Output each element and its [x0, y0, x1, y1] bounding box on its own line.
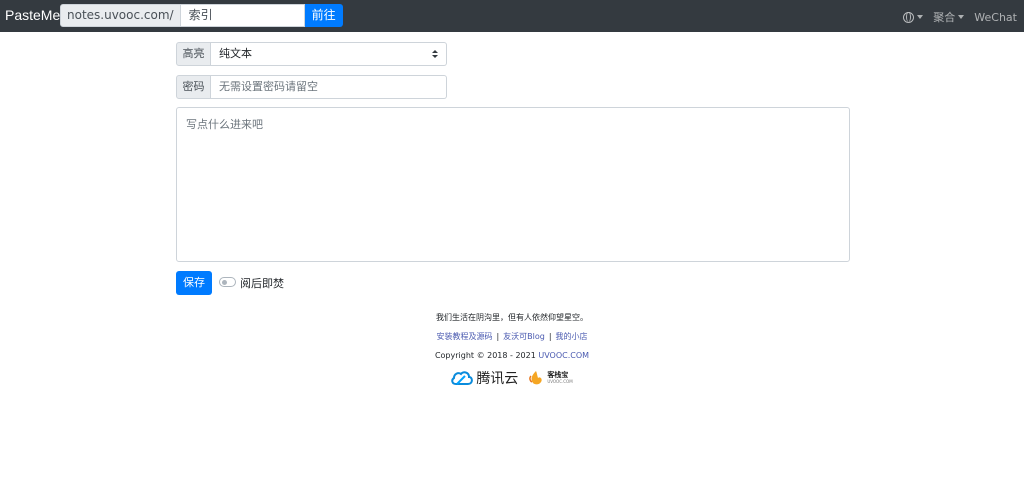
aggregate-dropdown[interactable]: 聚合 [933, 9, 965, 25]
highlight-label: 高亮 [176, 42, 211, 66]
password-input[interactable]: 无需设置密码请留空 [211, 75, 447, 99]
globe-icon [903, 11, 915, 23]
toggle-knob [222, 280, 227, 285]
wechat-link[interactable]: WeChat [974, 11, 1017, 24]
nav-right-menu: 聚合 WeChat [893, 9, 1017, 25]
kdx-logo[interactable]: 客栈宝 UVOOC.COM [528, 370, 573, 386]
footer: 我们生活在阴沟里，但有人依然仰望星空。 安装教程及源码 | 友沃可Blog | 我的小店… [0, 312, 1024, 369]
caret-down-icon [917, 15, 924, 19]
highlight-select[interactable]: 纯文本 [211, 42, 447, 66]
brand-logo[interactable]: PasteMe [5, 7, 60, 23]
tencent-cloud-text: 腾讯云 [476, 371, 519, 387]
password-label: 密码 [176, 75, 211, 99]
url-search-group: notes.uvooc.com/ 索引 前往 [60, 4, 343, 27]
footer-links: 安装教程及源码 | 友沃可Blog | 我的小店 [436, 332, 588, 341]
kdx-icon [529, 371, 542, 385]
select-arrows-icon [432, 50, 438, 59]
content-textarea[interactable]: 写点什么进来吧 [176, 107, 850, 262]
copyright-text: Copyright © 2018 - 2021 [434, 351, 539, 360]
burn-after-read-toggle[interactable] [219, 277, 236, 287]
tencent-cloud-logo[interactable]: 腾讯云 [451, 368, 518, 388]
footer-link-install[interactable]: 安装教程及源码 [436, 332, 492, 341]
footer-tagline: 我们生活在阴沟里，但有人依然仰望星空。 [436, 313, 588, 322]
burn-after-read-label[interactable]: 阅后即焚 [240, 275, 284, 291]
copyright-link[interactable]: UVOOC.COM [538, 351, 589, 360]
key-search-input[interactable]: 索引 [180, 4, 305, 27]
language-dropdown[interactable] [903, 11, 924, 23]
kdx-sub: UVOOC.COM [547, 379, 573, 384]
footer-link-blog[interactable]: 友沃可Blog [503, 332, 545, 341]
kdx-name: 客栈宝 [547, 371, 569, 379]
navbar: PasteMe notes.uvooc.com/ 索引 前往 聚合 WeChat [0, 0, 1024, 32]
url-prefix: notes.uvooc.com/ [60, 4, 181, 27]
caret-down-icon [958, 15, 965, 19]
highlight-field: 高亮 纯文本 [176, 42, 447, 66]
password-field: 密码 无需设置密码请留空 [176, 75, 447, 99]
save-button[interactable]: 保存 [176, 271, 212, 295]
go-button[interactable]: 前往 [304, 4, 343, 27]
footer-link-shop[interactable]: 我的小店 [556, 332, 588, 341]
highlight-value: 纯文本 [219, 47, 252, 60]
tencent-cloud-icon [451, 371, 474, 385]
footer-copyright: Copyright © 2018 - 2021 UVOOC.COM [0, 350, 1024, 369]
sponsor-logos: 腾讯云 客栈宝 UVOOC.COM [0, 368, 1024, 388]
aggregate-label: 聚合 [933, 11, 956, 24]
